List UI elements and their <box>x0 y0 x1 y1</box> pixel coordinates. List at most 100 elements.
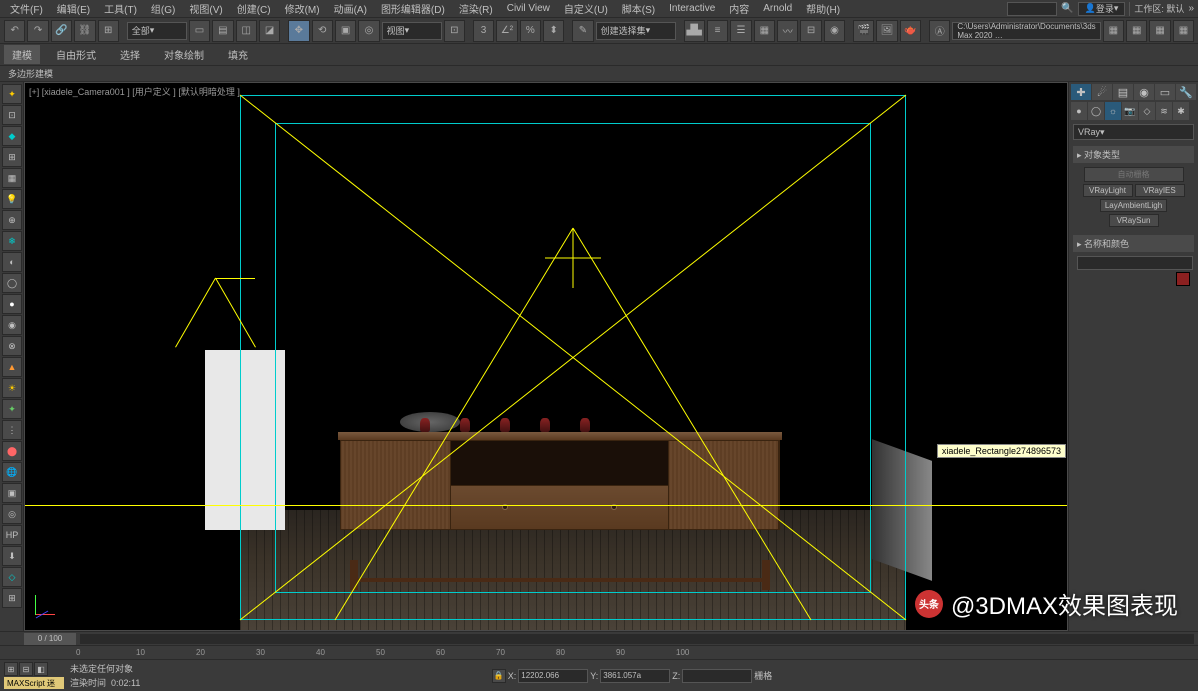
edit-named-sel-button[interactable]: ✎ <box>572 20 593 42</box>
menu-civil[interactable]: Civil View <box>501 3 556 14</box>
lt-tool-2[interactable]: ◆ <box>2 126 22 146</box>
lt-sun-icon[interactable]: ☀ <box>2 378 22 398</box>
menu-edit[interactable]: 编辑(E) <box>51 1 96 16</box>
project-path[interactable]: C:\Users\Administrator\Documents\3ds Max… <box>952 22 1100 40</box>
menu-view[interactable]: 视图(V) <box>183 1 228 16</box>
lt-tool-16[interactable]: ⬇ <box>2 546 22 566</box>
status-btn-3[interactable]: ◧ <box>34 662 48 676</box>
scale-button[interactable]: ▣ <box>335 20 356 42</box>
ref-coord-dropdown[interactable]: 视图 ▾ <box>382 22 442 40</box>
lt-tool-13[interactable]: ⬤ <box>2 441 22 461</box>
viewport[interactable]: [+] [xiadele_Camera001 ] [用户定义 ] [默认明暗处理… <box>25 83 1067 630</box>
object-color-swatch[interactable] <box>1176 272 1190 286</box>
menu-script[interactable]: 脚本(S) <box>616 1 661 16</box>
object-name-input[interactable] <box>1077 256 1193 270</box>
menu-help[interactable]: 帮助(H) <box>800 1 846 16</box>
lt-tool-6[interactable]: ❄ <box>2 231 22 251</box>
cmd-tab-modify[interactable]: ☄ <box>1092 84 1112 100</box>
rotate-button[interactable]: ⟲ <box>312 20 333 42</box>
extra-1-button[interactable]: ▦ <box>1103 20 1124 42</box>
menu-custom[interactable]: 自定义(U) <box>558 1 614 16</box>
selection-filter-dropdown[interactable]: 全部 ▾ <box>127 22 187 40</box>
type-vrayies[interactable]: VRayIES <box>1135 184 1185 197</box>
type-vraysun[interactable]: VRaySun <box>1109 214 1159 227</box>
cmd-tab-utility[interactable]: 🔧 <box>1176 84 1196 100</box>
menu-tools[interactable]: 工具(T) <box>98 1 143 16</box>
select-region-button[interactable]: ◫ <box>236 20 257 42</box>
ribbon-tab-model[interactable]: 建模 <box>4 45 40 64</box>
menu-group[interactable]: 组(G) <box>145 1 181 16</box>
menu-create[interactable]: 创建(C) <box>231 1 277 16</box>
angle-snap-button[interactable]: ∠² <box>496 20 517 42</box>
cmd-tab-display[interactable]: ▭ <box>1155 84 1175 100</box>
cmd-tab-create[interactable]: ✚ <box>1071 84 1091 100</box>
cmd-sub-geom[interactable]: ● <box>1071 102 1087 120</box>
lt-tool-18[interactable]: ⊞ <box>2 588 22 608</box>
lock-icon[interactable]: 🔒 <box>492 669 506 683</box>
cmd-tab-hierarchy[interactable]: ▤ <box>1113 84 1133 100</box>
viewport-label[interactable]: [+] [xiadele_Camera001 ] [用户定义 ] [默认明暗处理… <box>29 85 240 98</box>
window-crossing-button[interactable]: ◪ <box>259 20 280 42</box>
ribbon-sub-poly[interactable]: 多边形建模 <box>4 65 57 82</box>
menu-content[interactable]: 内容 <box>723 1 755 16</box>
lt-tool-11[interactable]: ✦ <box>2 399 22 419</box>
lt-tool-10[interactable]: ⊗ <box>2 336 22 356</box>
search-icon[interactable]: 🔍 <box>1061 3 1073 14</box>
render-button[interactable]: 🫖 <box>900 20 921 42</box>
pivot-button[interactable]: ⊡ <box>444 20 465 42</box>
cmd-sub-shape[interactable]: ◯ <box>1088 102 1104 120</box>
render-frame-button[interactable]: 🖼 <box>876 20 897 42</box>
layer-button[interactable]: ☰ <box>730 20 751 42</box>
menu-arnold[interactable]: Arnold <box>757 3 798 14</box>
status-btn-2[interactable]: ⊟ <box>19 662 33 676</box>
rollout-head-name[interactable]: ▸ 名称和颜色 <box>1073 235 1194 252</box>
ribbon-tab-fill[interactable]: 填充 <box>220 45 256 64</box>
extra-2-button[interactable]: ▦ <box>1126 20 1147 42</box>
lt-tool-4[interactable]: ▦ <box>2 168 22 188</box>
link-button[interactable]: 🔗 <box>51 20 72 42</box>
bind-button[interactable]: ⊞ <box>98 20 119 42</box>
menu-modify[interactable]: 修改(M) <box>279 1 326 16</box>
chevron-down-icon[interactable]: » <box>1188 3 1194 14</box>
undo-button[interactable]: ↶ <box>4 20 25 42</box>
material-editor-button[interactable]: ◉ <box>824 20 845 42</box>
align-button[interactable]: ≡ <box>707 20 728 42</box>
lt-hp-icon[interactable]: HP <box>2 525 22 545</box>
menu-interactive[interactable]: Interactive <box>663 3 721 14</box>
placement-button[interactable]: ◎ <box>358 20 379 42</box>
ribbon-tab-paint[interactable]: 对象绘制 <box>156 45 212 64</box>
x-coord-input[interactable]: 12202.066 <box>518 669 588 683</box>
search-input[interactable] <box>1007 2 1057 16</box>
schematic-button[interactable]: ⊟ <box>800 20 821 42</box>
snap-toggle-button[interactable]: 3 <box>473 20 494 42</box>
move-button[interactable]: ✥ <box>288 20 309 42</box>
cmd-sub-helper[interactable]: ◇ <box>1139 102 1155 120</box>
redo-button[interactable]: ↷ <box>27 20 48 42</box>
lt-tool-7[interactable]: ◐ <box>2 252 22 272</box>
curve-editor-button[interactable]: 〰 <box>777 20 798 42</box>
login-button[interactable]: 👤登录▾ <box>1078 2 1126 16</box>
lt-tool-1[interactable]: ⊡ <box>2 105 22 125</box>
lt-tool-15[interactable]: ◎ <box>2 504 22 524</box>
lt-tool-17[interactable]: ◇ <box>2 567 22 587</box>
cmd-tab-motion[interactable]: ◉ <box>1134 84 1154 100</box>
extra-4-button[interactable]: ▦ <box>1173 20 1194 42</box>
cmd-sub-space[interactable]: ≋ <box>1156 102 1172 120</box>
lt-tool-8[interactable]: ◯ <box>2 273 22 293</box>
lt-tool-9[interactable]: ◉ <box>2 315 22 335</box>
lt-tool-3[interactable]: ⊞ <box>2 147 22 167</box>
lt-tool-14[interactable]: ▣ <box>2 483 22 503</box>
menu-render[interactable]: 渲染(R) <box>453 1 499 16</box>
z-coord-input[interactable] <box>682 669 752 683</box>
type-ambient[interactable]: LayAmbientLigh <box>1100 199 1167 212</box>
maxscript-listener[interactable]: MAXScript 迷 <box>4 677 64 689</box>
render-setup-button[interactable]: 🎬 <box>853 20 874 42</box>
menu-graph[interactable]: 图形编辑器(D) <box>375 1 451 16</box>
extra-3-button[interactable]: ▦ <box>1149 20 1170 42</box>
ribbon-tab-freeform[interactable]: 自由形式 <box>48 45 104 64</box>
cmd-sub-system[interactable]: ✱ <box>1173 102 1189 120</box>
lt-tool-5[interactable]: ⊕ <box>2 210 22 230</box>
lt-bulb-icon[interactable]: 💡 <box>2 189 22 209</box>
mirror-button[interactable]: ▟▙ <box>684 20 705 42</box>
type-vraylight[interactable]: VRayLight <box>1083 184 1133 197</box>
